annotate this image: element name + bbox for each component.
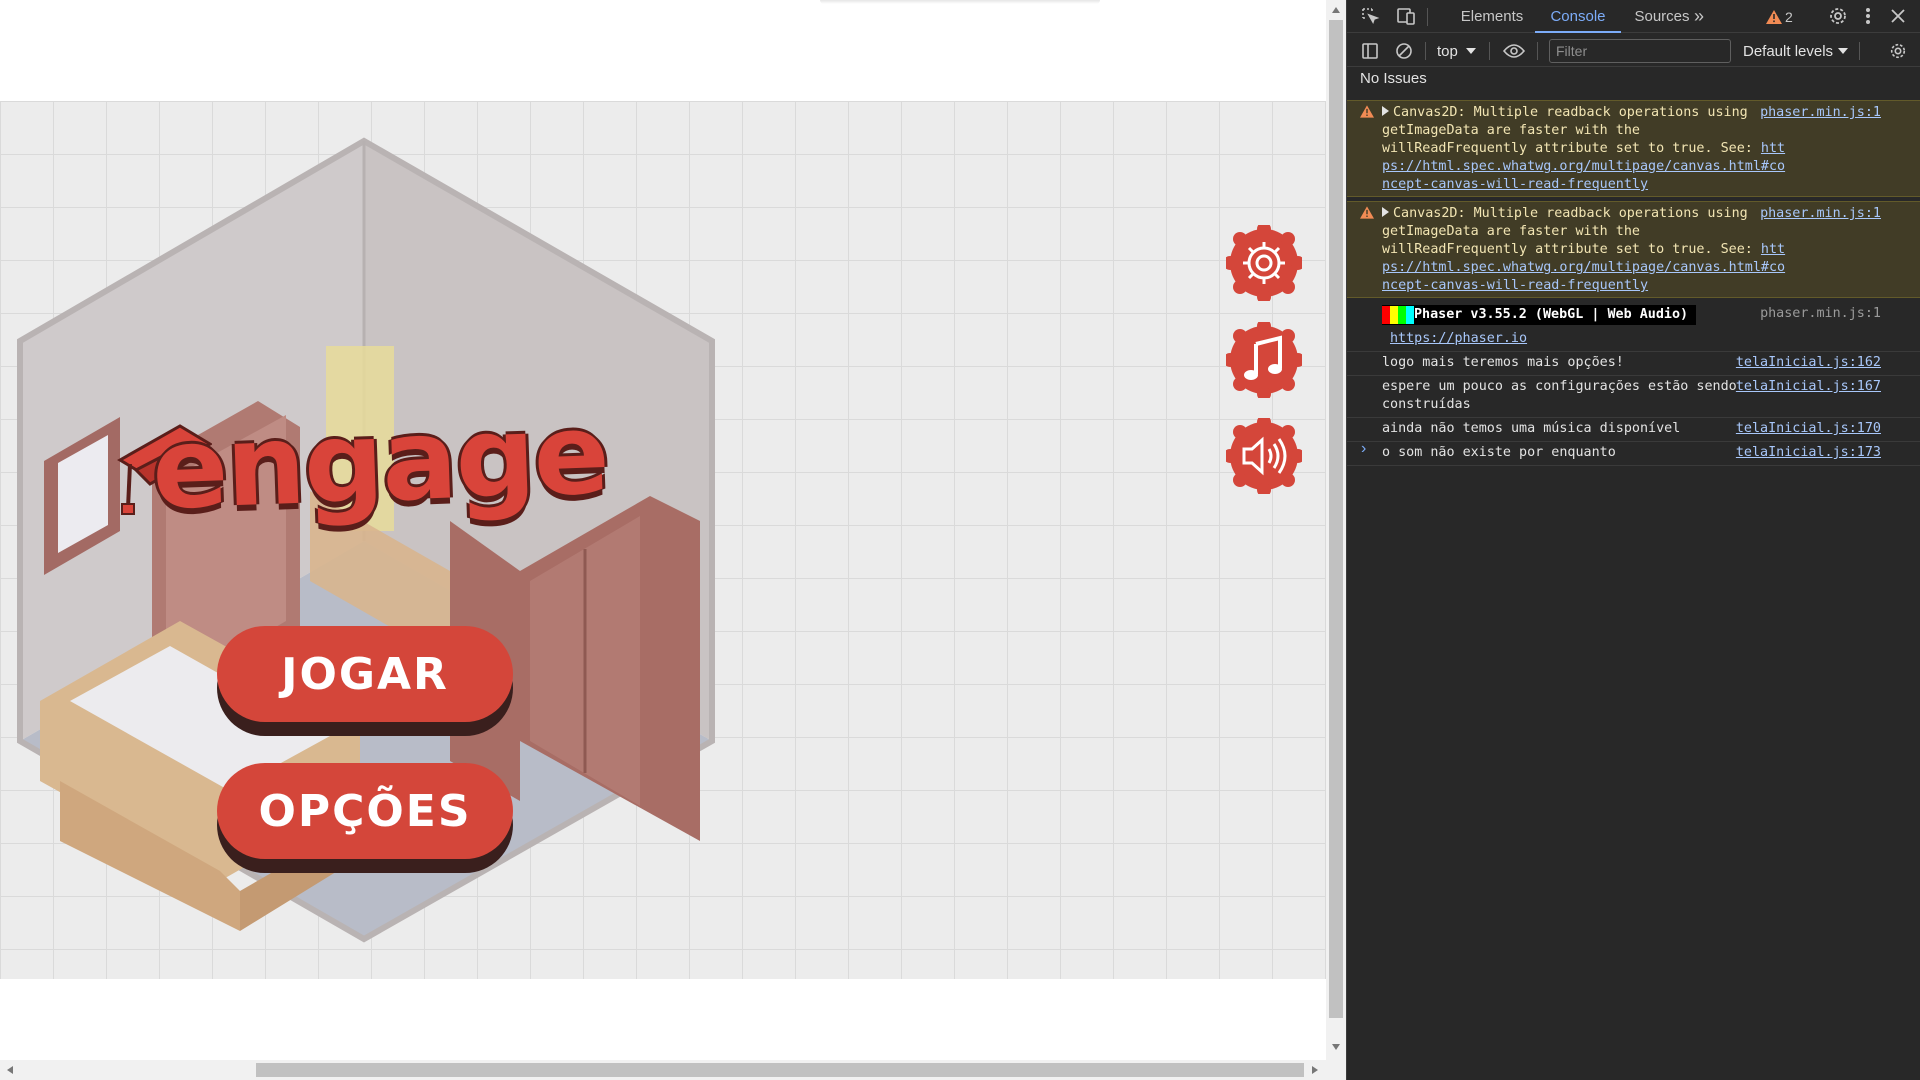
warnings-badge[interactable]: 2 [1766,7,1793,27]
console-log-phaser: Phaser v3.55.2 (WebGL | Web Audio) https… [1347,302,1920,352]
inspect-element-icon[interactable] [1359,5,1381,27]
phaser-banner-text: Phaser v3.55.2 (WebGL | Web Audio) [1414,307,1689,322]
console-warning: Canvas2D: Multiple readback operations u… [1347,100,1920,197]
message-source-link[interactable]: telaInicial.js:162 [1736,354,1881,372]
message-source-link[interactable]: phaser.min.js:1 [1760,104,1881,122]
console-warning: Canvas2D: Multiple readback operations u… [1347,201,1920,298]
message-source-link[interactable]: telaInicial.js:173 [1736,444,1881,462]
issues-status: No Issues [1360,70,1427,87]
console-settings-icon[interactable] [1887,40,1909,62]
message-source-link[interactable]: telaInicial.js:167 [1736,378,1881,396]
more-options-icon[interactable] [1857,5,1879,27]
message-source-link[interactable]: phaser.min.js:1 [1760,205,1881,223]
close-icon[interactable] [1887,5,1909,27]
filter-input[interactable] [1549,39,1731,63]
console-prompt[interactable]: › [1361,440,1366,458]
tab-console[interactable]: Console [1535,0,1621,33]
play-button[interactable]: JOGAR [217,626,513,722]
devtools-panel: Elements Console Sources » 2 top Filter … [1346,0,1920,1080]
browser-window: engage JOGAR OPÇÕES Elements Console Sou… [0,0,1920,1080]
console-messages: Canvas2D: Multiple readback operations u… [1347,100,1920,466]
log-levels-select[interactable]: Default levels [1743,40,1849,62]
page-viewport: engage JOGAR OPÇÕES [0,0,1328,1060]
sidebar-toggle-icon[interactable] [1359,40,1381,62]
settings-button[interactable] [1226,225,1302,301]
chevron-down-icon [1465,48,1476,54]
phaser-banner: Phaser v3.55.2 (WebGL | Web Audio) [1382,305,1697,325]
console-log: ainda não temos uma música disponível te… [1347,418,1920,442]
phaser-link[interactable]: https://phaser.io [1382,331,1527,346]
horizontal-scroll-thumb[interactable] [256,1063,1304,1077]
scalloped-badge [1226,225,1302,301]
settings-gear-icon[interactable] [1827,5,1849,27]
device-toolbar-icon[interactable] [1395,5,1417,27]
console-log: espere um pouco as configurações estão s… [1347,376,1920,418]
context-select[interactable]: top [1437,40,1476,62]
warning-icon [1360,206,1374,219]
top-shadow [820,0,1100,4]
live-expression-eye-icon[interactable] [1503,40,1525,62]
devtools-tabbar: Elements Console Sources » 2 [1347,0,1920,33]
options-button[interactable]: OPÇÕES [217,763,513,859]
scroll-right-icon[interactable] [1312,1066,1318,1074]
scroll-down-icon[interactable] [1332,1044,1340,1050]
console-log: logo mais teremos mais opções! telaInici… [1347,352,1920,376]
expand-triangle-icon[interactable] [1382,106,1389,116]
console-toolbar: top Default levels [1347,34,1920,67]
message-source-link[interactable]: telaInicial.js:170 [1736,420,1881,438]
scroll-left-icon[interactable] [7,1066,13,1074]
tab-elements[interactable]: Elements [1447,0,1537,33]
scroll-up-icon[interactable] [1332,7,1340,13]
music-button[interactable] [1226,322,1302,398]
warning-text: Canvas2D: Multiple readback operations u… [1382,206,1761,257]
levels-label: Default levels [1743,42,1834,60]
warning-icon [1766,10,1782,24]
engage-logo: engage [149,389,610,535]
console-log: o som não existe por enquanto telaInicia… [1347,442,1920,466]
game-canvas[interactable]: engage JOGAR OPÇÕES [0,101,1326,979]
message-source[interactable]: phaser.min.js:1 [1760,305,1881,323]
more-tabs-icon[interactable]: » [1687,0,1711,33]
expand-triangle-icon[interactable] [1382,207,1389,217]
warning-count: 2 [1785,9,1793,25]
vertical-scrollbar[interactable] [1326,0,1346,1060]
chevron-down-icon [1838,48,1849,54]
clear-console-icon[interactable] [1393,40,1415,62]
warning-text: Canvas2D: Multiple readback operations u… [1382,105,1761,156]
sound-button[interactable] [1226,418,1302,494]
vertical-scroll-thumb[interactable] [1329,20,1343,1018]
context-label: top [1437,42,1458,60]
horizontal-scrollbar[interactable] [0,1060,1346,1080]
warning-icon [1360,105,1374,118]
